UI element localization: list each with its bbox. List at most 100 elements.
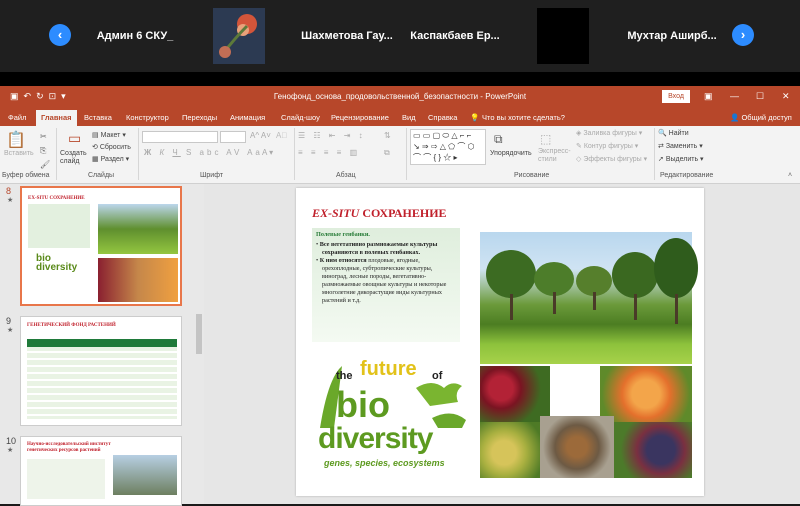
cut-icon[interactable]: ✂ bbox=[40, 132, 47, 141]
shape-fill-label: Заливка фигуры bbox=[583, 130, 637, 137]
slide-editor: EX-SITU СОХРАНЕНИЕ Полевые генбанки. Все… bbox=[204, 184, 800, 504]
smartart-icon[interactable]: ⧉ bbox=[384, 148, 390, 158]
clear-format-icon[interactable]: A⃠ bbox=[276, 131, 287, 140]
fruit-collage-photo[interactable] bbox=[480, 366, 692, 478]
quick-styles-button[interactable]: Экспресс-стили bbox=[538, 148, 574, 164]
reset-button[interactable]: ⟲ Сбросить bbox=[92, 143, 131, 151]
paste-button[interactable]: Вставить bbox=[4, 150, 34, 157]
title-rest: СОХРАНЕНИЕ bbox=[359, 206, 447, 220]
tab-animations[interactable]: Анимация bbox=[230, 113, 265, 122]
participant-name: Каспакбаев Ер... bbox=[410, 30, 500, 42]
login-button[interactable]: Вход bbox=[662, 90, 690, 103]
tab-file[interactable]: Файл bbox=[8, 113, 26, 122]
tab-transitions[interactable]: Переходы bbox=[182, 113, 217, 122]
new-slide-button[interactable]: Создать слайд bbox=[60, 150, 92, 166]
trunk bbox=[634, 294, 637, 320]
participant-tile[interactable]: Мухтар Аширб... bbox=[617, 8, 727, 64]
slide-thumbnail-10[interactable]: Научно-исследовательский институт генети… bbox=[20, 436, 182, 506]
shape-effects-button[interactable]: ◇ Эффекты фигуры ▾ bbox=[576, 155, 647, 163]
reset-icon: ⟲ bbox=[92, 144, 100, 151]
divider bbox=[654, 128, 655, 180]
photo-gap bbox=[550, 366, 600, 422]
divider bbox=[0, 72, 800, 86]
slide-textbox[interactable]: Полевые генбанки. Все вегетативно размно… bbox=[312, 228, 460, 342]
thumbnail-orchard bbox=[98, 204, 178, 254]
slide-number: 8 bbox=[6, 186, 12, 196]
collapse-ribbon-icon[interactable]: ˄ bbox=[788, 172, 792, 179]
tab-home[interactable]: Главная bbox=[36, 110, 77, 126]
thumbnail-title: Научно-исследовательский институт генети… bbox=[27, 442, 111, 453]
tab-review[interactable]: Рецензирование bbox=[331, 113, 389, 122]
font-style-buttons[interactable]: Ж К Ч S abc AV Aa bbox=[144, 148, 263, 157]
logo-tagline: genes, species, ecosystems bbox=[324, 458, 445, 468]
text-direction-icon[interactable]: ⇅ bbox=[384, 131, 391, 140]
layout-button[interactable]: ▤ Макет ▾ bbox=[92, 131, 126, 139]
participant-tile[interactable]: Шахметова Гау... bbox=[292, 8, 402, 64]
tab-help[interactable]: Справка bbox=[428, 113, 457, 122]
copy-icon[interactable]: ⎘ bbox=[40, 146, 46, 156]
orchard-photo[interactable] bbox=[480, 232, 698, 364]
font-size-input[interactable] bbox=[220, 131, 246, 143]
ribbon-display-icon[interactable]: ▣ bbox=[704, 91, 713, 102]
find-label: Найти bbox=[668, 130, 689, 137]
ribbon: 📋 Вставить ✂ ⎘ 🖌 Буфер обмена ▭ Создать … bbox=[0, 126, 800, 184]
section-button[interactable]: ▦ Раздел ▾ bbox=[92, 155, 129, 163]
participant-tile[interactable]: Админ 6 СКУ_ bbox=[80, 8, 190, 64]
paste-icon[interactable]: 📋 bbox=[6, 130, 26, 150]
maximize-icon[interactable]: ☐ bbox=[756, 91, 764, 102]
slide-thumbnail-8[interactable]: EX-SITU СОХРАНЕНИЕ bio diversity bbox=[20, 186, 182, 306]
minimize-icon[interactable]: — bbox=[730, 91, 739, 101]
trunk bbox=[593, 292, 596, 310]
close-icon[interactable]: ✕ bbox=[782, 91, 790, 102]
thumbnail-building bbox=[113, 455, 177, 495]
chevron-right-icon[interactable]: › bbox=[732, 24, 754, 46]
font-name-input[interactable] bbox=[142, 131, 218, 143]
format-painter-icon[interactable]: 🖌 bbox=[40, 160, 50, 169]
slide-thumbnail-9[interactable]: ГЕНЕТИЧЕСКИЙ ФОНД РАСТЕНИЙ bbox=[20, 316, 182, 426]
participant-video[interactable] bbox=[213, 8, 265, 64]
replace-button[interactable]: ⇄ Заменить ▾ bbox=[658, 142, 703, 150]
shape-outline-button[interactable]: ✎ Контур фигуры ▾ bbox=[576, 142, 638, 150]
font-color-icon[interactable]: A ▾ bbox=[262, 148, 273, 157]
video-participants-strip: ‹ Админ 6 СКУ_ Шахметова Гау... Каспакба… bbox=[0, 0, 800, 72]
participant-video-off[interactable] bbox=[537, 8, 589, 64]
tab-slideshow[interactable]: Слайд-шоу bbox=[281, 113, 320, 122]
bullet-text: Все вегетативно размножаемые культуры со… bbox=[319, 241, 438, 256]
current-slide[interactable]: EX-SITU СОХРАНЕНИЕ Полевые генбанки. Все… bbox=[296, 188, 704, 496]
list-buttons[interactable]: ☰ ☷ ⇤ ⇥ ↕ bbox=[298, 131, 366, 140]
thumbnails-scrollbar[interactable] bbox=[194, 184, 204, 504]
grapes-photo bbox=[614, 422, 692, 478]
tree bbox=[534, 262, 574, 296]
participant-tile[interactable]: Каспакбаев Ер... bbox=[400, 8, 510, 64]
select-label: Выделить bbox=[665, 156, 699, 163]
tell-me-search[interactable]: Что вы хотите сделать? bbox=[482, 113, 565, 122]
bullet-item: К ним относятся плодовые, ягодные, орехо… bbox=[316, 257, 456, 305]
group-paragraph: Абзац bbox=[336, 172, 356, 179]
layout-label: Макет bbox=[100, 132, 121, 139]
animation-star-icon: ★ bbox=[7, 327, 14, 334]
select-button[interactable]: ➚ Выделить ▾ bbox=[658, 155, 704, 163]
font-size-grow-icon[interactable]: A^ A˅ bbox=[250, 131, 271, 140]
flower-video-icon bbox=[213, 8, 265, 64]
tab-view[interactable]: Вид bbox=[402, 113, 416, 122]
new-slide-icon[interactable]: ▭ bbox=[68, 130, 81, 147]
share-button[interactable]: 👤 Общий доступ bbox=[730, 113, 792, 122]
align-buttons[interactable]: ≡ ≡ ≡ ≡ ▥ bbox=[298, 148, 360, 157]
find-button[interactable]: 🔍 Найти bbox=[658, 129, 689, 137]
arrange-button[interactable]: Упорядочить bbox=[490, 150, 532, 157]
slide-title[interactable]: EX-SITU СОХРАНЕНИЕ bbox=[312, 206, 447, 221]
quick-styles-icon[interactable]: ⬚ bbox=[540, 132, 551, 146]
shape-fill-button[interactable]: ◈ Заливка фигуры ▾ bbox=[576, 129, 642, 137]
tab-insert[interactable]: Вставка bbox=[84, 113, 112, 122]
scrollbar-thumb[interactable] bbox=[196, 314, 202, 354]
slide-number: 9 bbox=[6, 316, 12, 326]
chevron-left-icon[interactable]: ‹ bbox=[49, 24, 71, 46]
tab-design[interactable]: Конструктор bbox=[126, 113, 169, 122]
shapes-gallery[interactable]: ▭ ▭ ▢ ⬭ △ ⌐ ⌐ ↘ ⇒ ⇨ △ ⬠ ⌒ ⬡ ⌒ ⌒ { } ☆ ▸ bbox=[410, 129, 486, 165]
arrange-icon[interactable]: ⧉ bbox=[494, 132, 503, 147]
biodiversity-logo: the future of bio diversity genes, speci… bbox=[312, 358, 472, 482]
tree bbox=[654, 238, 698, 298]
thumbnail-fruits bbox=[98, 258, 178, 302]
powerpoint-window: ▣↶↻⊡▾ Генофонд_основа_продовольственной_… bbox=[0, 86, 800, 506]
group-font: Шрифт bbox=[200, 172, 224, 179]
